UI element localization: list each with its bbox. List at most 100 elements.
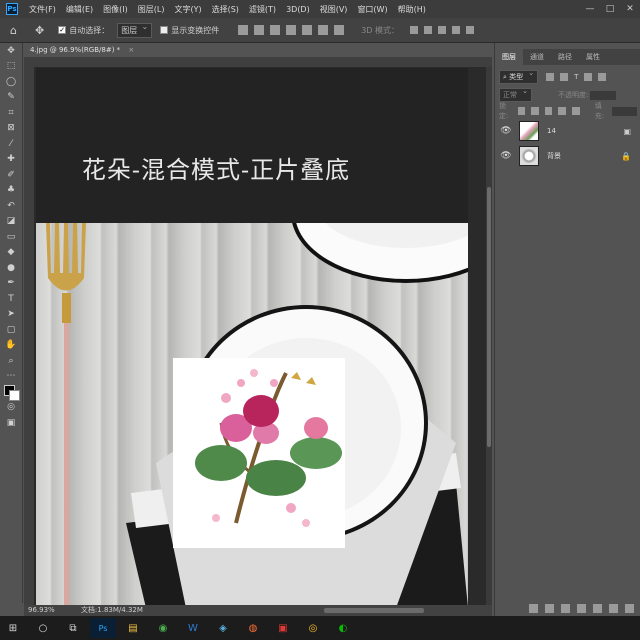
distribute-icon[interactable] xyxy=(334,25,345,35)
tab-paths[interactable]: 路径 xyxy=(551,49,579,65)
lasso-tool-icon[interactable]: ◯ xyxy=(0,74,22,90)
opacity-field[interactable] xyxy=(590,90,617,100)
menu-filter[interactable]: 滤镜(T) xyxy=(244,4,281,15)
3d-pan-icon[interactable] xyxy=(438,26,446,34)
tab-properties[interactable]: 属性 xyxy=(579,49,607,65)
align-top-icon[interactable] xyxy=(286,25,297,35)
crop-tool-icon[interactable]: ⌗ xyxy=(0,105,22,121)
brush-tool-icon[interactable]: ✐ xyxy=(0,167,22,183)
screen-mode-icon[interactable]: ▣ xyxy=(0,415,22,431)
type-tool-icon[interactable]: T xyxy=(0,291,22,307)
auto-select-dropdown[interactable]: 图层 xyxy=(117,22,153,38)
new-group-icon[interactable] xyxy=(593,603,602,613)
filter-shape-icon[interactable] xyxy=(584,73,593,81)
menu-help[interactable]: 帮助(H) xyxy=(393,4,431,15)
lock-paint-icon[interactable] xyxy=(531,107,539,115)
pen-tool-icon[interactable]: ✒ xyxy=(0,276,22,292)
menu-type[interactable]: 文字(Y) xyxy=(169,4,206,15)
path-select-tool-icon[interactable]: ➤ xyxy=(0,307,22,323)
menu-image[interactable]: 图像(I) xyxy=(98,4,133,15)
menu-view[interactable]: 视图(V) xyxy=(315,4,353,15)
move-tool-icon[interactable]: ✥ xyxy=(0,43,22,59)
app-icon[interactable]: ▣ xyxy=(270,618,296,638)
filter-adjust-icon[interactable] xyxy=(560,73,569,81)
horizontal-scrollbar-thumb[interactable] xyxy=(324,608,424,613)
close-button[interactable]: ✕ xyxy=(620,0,640,18)
chrome-icon[interactable]: ◎ xyxy=(300,618,326,638)
visibility-eye-icon[interactable]: 👁 xyxy=(499,126,513,136)
browser-icon[interactable]: ◉ xyxy=(150,618,176,638)
new-layer-icon[interactable] xyxy=(609,603,618,613)
shape-tool-icon[interactable]: ▢ xyxy=(0,322,22,338)
menu-3d[interactable]: 3D(D) xyxy=(281,5,315,14)
maximize-button[interactable]: □ xyxy=(600,0,620,18)
menu-select[interactable]: 选择(S) xyxy=(207,4,244,15)
home-icon[interactable]: ⌂ xyxy=(10,24,17,37)
hand-tool-icon[interactable]: ✋ xyxy=(0,338,22,354)
windows-start-icon[interactable]: ⊞ xyxy=(0,618,26,638)
align-right-icon[interactable] xyxy=(270,25,281,35)
history-brush-tool-icon[interactable]: ↶ xyxy=(0,198,22,214)
3d-slide-icon[interactable] xyxy=(452,26,460,34)
add-mask-icon[interactable] xyxy=(561,603,570,613)
blend-mode-dropdown[interactable]: 正常 xyxy=(499,87,532,102)
zoom-tool-icon[interactable]: ⌕ xyxy=(0,353,22,369)
quick-select-tool-icon[interactable]: ✎ xyxy=(0,90,22,106)
fill-field[interactable] xyxy=(612,106,638,116)
filter-pixel-icon[interactable] xyxy=(546,73,555,81)
align-center-icon[interactable] xyxy=(254,25,265,35)
frame-tool-icon[interactable]: ⊠ xyxy=(0,121,22,137)
3d-rotate-icon[interactable] xyxy=(410,26,418,34)
3d-roll-icon[interactable] xyxy=(424,26,432,34)
menu-window[interactable]: 窗口(W) xyxy=(352,4,392,15)
close-icon[interactable]: × xyxy=(128,46,134,54)
3d-scale-icon[interactable] xyxy=(466,26,474,34)
more-tools-icon[interactable]: ⋯ xyxy=(0,369,22,385)
lock-pixels-icon[interactable] xyxy=(517,107,526,115)
filter-smart-icon[interactable] xyxy=(598,73,607,81)
lock-position-icon[interactable] xyxy=(544,107,553,115)
align-left-icon[interactable] xyxy=(238,25,249,35)
photoshop-taskbar-icon[interactable]: Ps xyxy=(90,618,116,638)
healing-brush-tool-icon[interactable]: ✚ xyxy=(0,152,22,168)
layer-name[interactable]: 14 xyxy=(547,127,556,135)
eraser-tool-icon[interactable]: ◪ xyxy=(0,214,22,230)
color-swatches-icon[interactable] xyxy=(0,384,22,401)
vertical-ruler[interactable] xyxy=(24,67,34,605)
visibility-eye-icon[interactable]: 👁 xyxy=(499,151,513,161)
document-size-info[interactable]: 文档:1.83M/4.32M xyxy=(81,606,143,614)
filter-type-icon[interactable]: T xyxy=(574,73,578,81)
app-icon[interactable]: ◈ xyxy=(210,618,236,638)
layer-row[interactable]: 👁 背景 🔒 xyxy=(495,144,640,168)
file-explorer-icon[interactable]: ▤ xyxy=(120,618,146,638)
align-bottom-icon[interactable] xyxy=(318,25,329,35)
adjustment-layer-icon[interactable] xyxy=(577,603,586,613)
minimize-button[interactable]: — xyxy=(580,0,600,18)
layer-row[interactable]: 👁 14 ▣ xyxy=(495,119,640,143)
menu-file[interactable]: 文件(F) xyxy=(24,4,61,15)
vertical-scrollbar[interactable] xyxy=(486,67,492,605)
layer-name[interactable]: 背景 xyxy=(547,151,561,161)
marquee-tool-icon[interactable]: ⬚ xyxy=(0,59,22,75)
tab-layers[interactable]: 图层 xyxy=(495,49,523,65)
fx-icon[interactable] xyxy=(545,603,554,613)
quick-mask-icon[interactable]: ◎ xyxy=(0,400,22,416)
document-canvas[interactable]: 花朵-混合模式-正片叠底 xyxy=(36,68,468,608)
eyedropper-tool-icon[interactable]: ⁄ xyxy=(0,136,22,152)
lock-artboard-icon[interactable] xyxy=(558,107,567,115)
task-view-icon[interactable]: ⧉ xyxy=(60,618,86,638)
zoom-level[interactable]: 96.93% xyxy=(28,606,55,614)
word-icon[interactable]: W xyxy=(180,618,206,638)
move-tool-icon[interactable]: ✥ xyxy=(35,24,44,37)
lock-all-icon[interactable] xyxy=(572,107,580,115)
layer-filter-dropdown[interactable]: ⌕ 类型 xyxy=(499,69,539,84)
blur-tool-icon[interactable]: ◆ xyxy=(0,245,22,261)
menu-edit[interactable]: 编辑(E) xyxy=(61,4,98,15)
show-transform-checkbox[interactable] xyxy=(160,26,169,34)
scrollbar-thumb[interactable] xyxy=(487,187,491,447)
document-tab[interactable]: 4.jpg @ 96.9%(RGB/8#) * × xyxy=(24,43,150,57)
auto-select-checkbox[interactable] xyxy=(58,26,67,34)
clone-stamp-tool-icon[interactable]: ♣ xyxy=(0,183,22,199)
dodge-tool-icon[interactable]: ● xyxy=(0,260,22,276)
align-middle-icon[interactable] xyxy=(302,25,313,35)
